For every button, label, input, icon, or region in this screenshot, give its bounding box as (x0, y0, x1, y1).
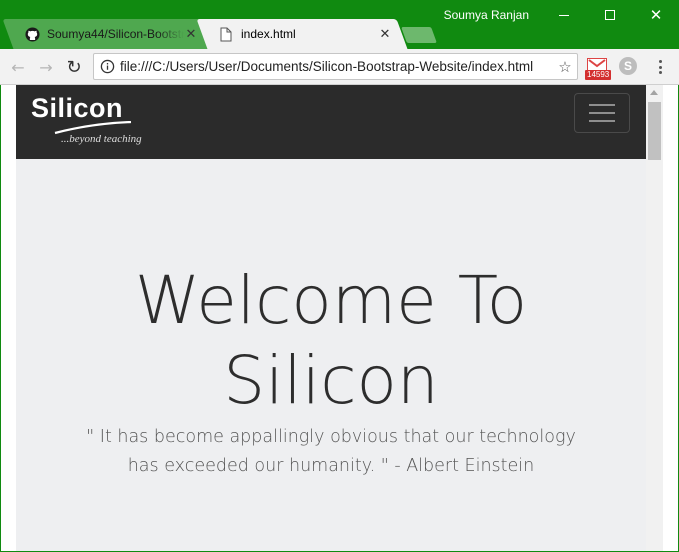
tab-title: Soumya44/Silicon-Bootstrap-Website (47, 27, 184, 41)
back-button[interactable]: ← (6, 55, 30, 79)
github-icon (24, 26, 40, 42)
new-tab-button[interactable] (401, 27, 437, 43)
hero-title: Welcome To Silicon (16, 261, 646, 421)
hero-title-line: Welcome To (134, 262, 528, 339)
close-icon[interactable]: ✕ (378, 26, 392, 42)
profile-name[interactable]: Soumya Ranjan (444, 8, 529, 22)
page-content: Silicon ...beyond teaching Welcome To Si… (16, 85, 646, 551)
brand-tagline: ...beyond teaching (61, 133, 142, 145)
reload-button[interactable]: ↻ (62, 55, 86, 79)
hero-title-line: Silicon (223, 342, 439, 419)
tab-github[interactable]: Soumya44/Silicon-Bootstrap-Website ✕ (2, 19, 214, 49)
title-bar: Soumya Ranjan ✕ Soumya44/Silicon-Bootstr… (0, 0, 679, 50)
forward-button[interactable]: → (34, 55, 58, 79)
info-icon[interactable] (94, 59, 120, 74)
bookmark-star-icon[interactable]: ☆ (553, 58, 577, 76)
close-window-button[interactable]: ✕ (633, 0, 679, 30)
brand-name: Silicon (31, 93, 124, 123)
browser-toolbar: ← → ↻ file:///C:/Users/User/Documents/Si… (0, 49, 679, 85)
minimize-button[interactable] (541, 0, 587, 30)
minimize-icon (559, 14, 569, 16)
navbar-toggle-button[interactable] (574, 93, 630, 133)
tab-title: index.html (241, 27, 296, 41)
gmail-extension-button[interactable]: 14593 (585, 57, 612, 81)
page-scrollbar[interactable] (646, 85, 663, 551)
site-navbar: Silicon ...beyond teaching (16, 85, 646, 159)
scroll-up-icon[interactable] (650, 90, 658, 95)
arrow-right-icon: → (39, 57, 53, 77)
browser-menu-button[interactable] (652, 58, 668, 76)
hero-quote: " It has become appallingly obvious that… (86, 427, 576, 476)
maximize-button[interactable] (587, 0, 633, 30)
arrow-left-icon: ← (11, 57, 25, 77)
address-bar[interactable]: file:///C:/Users/User/Documents/Silicon-… (93, 53, 578, 80)
reload-icon: ↻ (66, 56, 82, 78)
maximize-icon (605, 10, 615, 20)
tab-index[interactable]: index.html ✕ (196, 19, 408, 49)
browser-window: Soumya Ranjan ✕ Soumya44/Silicon-Bootstr… (0, 0, 679, 552)
unread-count-badge: 14593 (585, 70, 612, 80)
skype-icon[interactable]: S (619, 57, 637, 75)
scrollbar-thumb[interactable] (648, 102, 661, 160)
page-viewport: Silicon ...beyond teaching Welcome To Si… (1, 85, 678, 551)
close-icon[interactable]: ✕ (184, 26, 198, 42)
hamburger-icon (589, 104, 615, 106)
brand-logo[interactable]: Silicon ...beyond teaching (31, 93, 171, 153)
close-icon: ✕ (649, 6, 663, 24)
file-icon (218, 26, 234, 42)
url-text: file:///C:/Users/User/Documents/Silicon-… (120, 59, 534, 74)
